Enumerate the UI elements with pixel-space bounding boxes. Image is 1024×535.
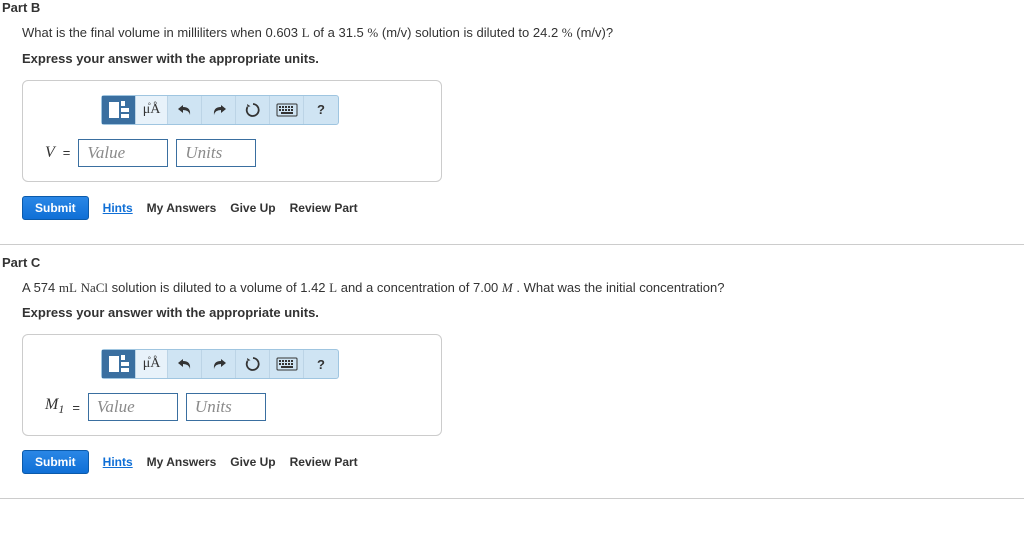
undo-button[interactable] — [168, 350, 202, 378]
hints-link[interactable]: Hints — [103, 455, 133, 469]
part-c-instruction: Express your answer with the appropriate… — [22, 305, 1024, 320]
q-text: What is the final volume in milliliters … — [22, 25, 302, 40]
part-c-question: A 574 mL NaCl solution is diluted to a v… — [22, 278, 1024, 298]
review-part-link[interactable]: Review Part — [290, 201, 358, 215]
compound-nacl: NaCl — [81, 280, 108, 295]
q-text: (m/v) solution is diluted to 24.2 — [378, 25, 562, 40]
variable-label-m1: M1 — [45, 396, 64, 417]
redo-icon — [211, 103, 227, 117]
part-c-input-row: M1 = Value Units — [45, 393, 423, 421]
undo-button[interactable] — [168, 96, 202, 124]
q-text: solution is diluted to a volume of 1.42 — [108, 280, 329, 295]
reset-button[interactable] — [236, 96, 270, 124]
undo-icon — [177, 357, 193, 371]
part-b-header: Part B — [0, 0, 1024, 19]
value-input[interactable]: Value — [88, 393, 178, 421]
keyboard-button[interactable] — [270, 350, 304, 378]
give-up-link[interactable]: Give Up — [230, 201, 275, 215]
units-input[interactable]: Units — [186, 393, 266, 421]
equals: = — [72, 400, 80, 415]
q-text: (m/v)? — [573, 25, 613, 40]
hints-link[interactable]: Hints — [103, 201, 133, 215]
part-b-actions: Submit Hints My Answers Give Up Review P… — [22, 196, 1024, 220]
part-c-body: A 574 mL NaCl solution is diluted to a v… — [0, 278, 1024, 485]
percent: % — [562, 25, 573, 40]
keyboard-icon — [276, 357, 298, 371]
redo-button[interactable] — [202, 350, 236, 378]
q-text: of a 31.5 — [310, 25, 368, 40]
percent: % — [367, 25, 378, 40]
part-c-toolbar: °μÅ ? — [101, 349, 339, 379]
part-b-input-row: V = Value Units — [45, 139, 423, 167]
q-text: . What was the initial concentration? — [513, 280, 725, 295]
templates-button[interactable] — [102, 350, 136, 378]
unit-M: M — [502, 280, 513, 295]
help-button[interactable]: ? — [304, 96, 338, 124]
part-b-answer-box: °μÅ ? V = Value Units — [22, 80, 442, 182]
special-chars-button[interactable]: °μÅ — [136, 350, 168, 378]
give-up-link[interactable]: Give Up — [230, 455, 275, 469]
redo-button[interactable] — [202, 96, 236, 124]
part-c-answer-box: °μÅ ? M1 = Value Units — [22, 334, 442, 436]
special-chars-button[interactable]: °μÅ — [136, 96, 168, 124]
help-button[interactable]: ? — [304, 350, 338, 378]
q-text: A 574 — [22, 280, 59, 295]
part-b-toolbar: °μÅ ? — [101, 95, 339, 125]
q-text: and a concentration of 7.00 — [337, 280, 502, 295]
reset-icon — [245, 102, 261, 118]
my-answers-link[interactable]: My Answers — [147, 455, 217, 469]
equals: = — [63, 145, 71, 160]
part-b-instruction: Express your answer with the appropriate… — [22, 51, 1024, 66]
unit-mL: mL — [59, 280, 77, 295]
unit-L: L — [329, 280, 337, 295]
part-b-question: What is the final volume in milliliters … — [22, 23, 1024, 43]
undo-icon — [177, 103, 193, 117]
reset-button[interactable] — [236, 350, 270, 378]
part-c-actions: Submit Hints My Answers Give Up Review P… — [22, 450, 1024, 474]
redo-icon — [211, 357, 227, 371]
submit-button[interactable]: Submit — [22, 196, 89, 220]
units-input[interactable]: Units — [176, 139, 256, 167]
separator — [0, 498, 1024, 499]
unit-L: L — [302, 25, 310, 40]
variable-label-v: V — [45, 144, 55, 162]
special-chars-label: °μÅ — [143, 102, 161, 118]
templates-button[interactable] — [102, 96, 136, 124]
my-answers-link[interactable]: My Answers — [147, 201, 217, 215]
keyboard-icon — [276, 103, 298, 117]
keyboard-button[interactable] — [270, 96, 304, 124]
special-chars-label: °μÅ — [143, 356, 161, 372]
review-part-link[interactable]: Review Part — [290, 455, 358, 469]
templates-icon — [107, 354, 131, 374]
submit-button[interactable]: Submit — [22, 450, 89, 474]
templates-icon — [107, 100, 131, 120]
value-input[interactable]: Value — [78, 139, 168, 167]
part-b-body: What is the final volume in milliliters … — [0, 23, 1024, 230]
reset-icon — [245, 356, 261, 372]
part-c-header: Part C — [0, 255, 1024, 274]
separator — [0, 244, 1024, 245]
